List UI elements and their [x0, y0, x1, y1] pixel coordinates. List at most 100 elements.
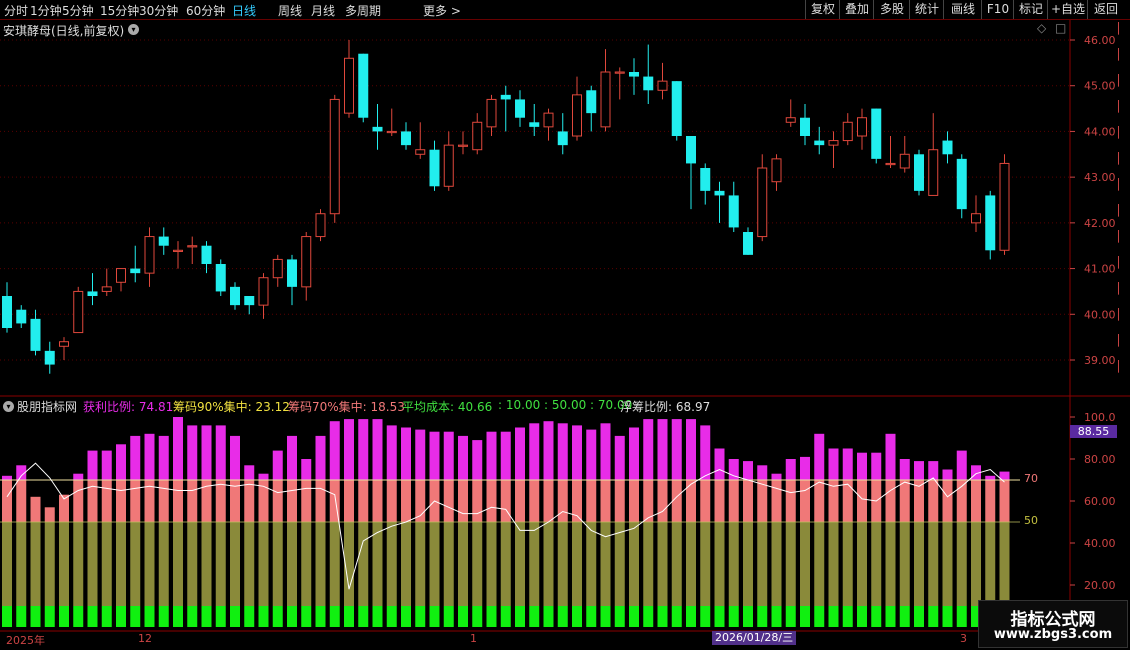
diamond-icon[interactable]: ◇ [1037, 21, 1046, 35]
indicator-bar-green [415, 606, 426, 627]
candle-body-up [329, 98, 340, 215]
period-tab-9[interactable]: 多周期 [345, 2, 381, 19]
indicator-bar-magenta [215, 425, 226, 480]
candle-body-down [2, 296, 12, 328]
indicator-bar-green [187, 606, 198, 627]
date-mar: 3 [960, 632, 967, 645]
indicator-bar-salmon [643, 480, 654, 522]
indicator-bar-green [757, 606, 768, 627]
indicator-bar-magenta [700, 425, 711, 480]
period-tab-0[interactable]: 分时 [4, 2, 28, 19]
period-tab-1[interactable]: 1分钟 [30, 2, 62, 19]
cursor-date: 2026/01/28/三 [712, 631, 797, 645]
period-tab-8[interactable]: 月线 [311, 2, 335, 19]
toolbar-button-3[interactable]: 统计 [909, 0, 944, 19]
indicator-bar-salmon [500, 480, 511, 522]
indicator-bar-magenta [429, 431, 440, 480]
indicator-bar-magenta [73, 473, 84, 480]
candle-body-down [956, 158, 967, 210]
period-tab-3[interactable]: 15分钟 [100, 2, 139, 19]
toolbar-button-2[interactable]: 多股 [873, 0, 910, 19]
avg-cost-label: 平均成本: 40.66 [402, 400, 493, 414]
indicator-bar-salmon [771, 480, 782, 522]
toolbar-button-4[interactable]: 画线 [943, 0, 982, 19]
indicator-bar-olive [999, 522, 1010, 606]
candle-body-down [643, 76, 654, 91]
toolbar-button-7[interactable]: +自选 [1047, 0, 1088, 19]
candle-body-up [272, 258, 283, 279]
indicator-bar-green [486, 606, 497, 627]
indicator-bar-olive [629, 522, 639, 606]
price-tick-label: 42.00 [1084, 217, 1116, 230]
candle-body-down [586, 90, 597, 114]
indicator-bar-green [272, 606, 283, 627]
candle-body-up [415, 149, 426, 155]
indicator-bar-green [173, 606, 183, 627]
indicator-bar-magenta [557, 423, 568, 480]
indicator-bar-magenta [301, 459, 312, 480]
indicator-bar-magenta [671, 419, 682, 480]
candle-body-up [116, 268, 126, 283]
toolbar-button-8[interactable]: 返回 [1087, 0, 1124, 19]
indicator-bar-magenta [230, 435, 240, 480]
side-panel-edge: ▏ [1118, 178, 1127, 191]
candle-body-up [771, 158, 782, 183]
indicator-bar-olive [73, 522, 84, 606]
side-panel-edge: ▏ [1118, 334, 1127, 347]
indicator-bar-olive [700, 522, 711, 606]
indicator-bar-green [700, 606, 711, 627]
indicator-bar-olive [16, 522, 27, 606]
toolbar-button-6[interactable]: 标记 [1013, 0, 1048, 19]
indicator-bar-magenta [785, 459, 796, 480]
indicator-bar-salmon [272, 480, 283, 522]
period-tab-2[interactable]: 5分钟 [62, 2, 94, 19]
candle-body-up [885, 162, 896, 166]
indicator-bar-green [857, 606, 867, 627]
indicator-bar-magenta [472, 440, 483, 480]
candle-body-up [600, 71, 611, 128]
indicator-bar-magenta [500, 431, 511, 480]
chart-canvas[interactable]: 46.00 45.00 44.00 43.00 42.00 41.00 40.00 39.00… [0, 0, 1130, 650]
indicator-bar-green [429, 606, 440, 627]
candle-body-down [44, 350, 55, 365]
indicator-bar-green [543, 606, 554, 627]
chevron-down-icon[interactable]: ▾ [128, 24, 139, 35]
ref50-label: 50 [1024, 514, 1038, 527]
candle-body-down [871, 108, 882, 159]
candle-body-down [500, 94, 511, 100]
indicator-tick-label: 40.00 [1084, 537, 1116, 550]
period-tab-10[interactable]: 更多 > [423, 2, 461, 19]
indicator-bar-olive [728, 522, 739, 606]
chevron-down-icon[interactable]: ▾ [3, 401, 14, 412]
period-tab-5[interactable]: 60分钟 [186, 2, 225, 19]
indicator-bar-olive [885, 522, 896, 606]
indicator-bar-magenta [985, 475, 996, 480]
indicator-bar-green [572, 606, 582, 627]
indicator-bar-salmon [16, 480, 27, 522]
candle-body-down [557, 131, 568, 146]
indicator-bar-green [73, 606, 84, 627]
square-icon[interactable]: □ [1055, 21, 1066, 35]
indicator-bar-magenta [486, 431, 497, 480]
indicator-bar-green [800, 606, 810, 627]
indicator-bar-magenta [386, 425, 397, 480]
candle-body-down [728, 195, 739, 228]
indicator-bar-salmon [885, 480, 896, 522]
price-tick-label: 40.00 [1084, 308, 1116, 321]
indicator-bar-green [828, 606, 839, 627]
candle-body-down [629, 72, 639, 77]
indicator-bar-olive [486, 522, 497, 606]
candle-body-down [700, 168, 711, 191]
period-tab-4[interactable]: 30分钟 [139, 2, 178, 19]
indicator-bar-salmon [529, 480, 540, 522]
period-tab-6[interactable]: 日线 [232, 2, 256, 19]
indicator-bar-magenta [743, 461, 753, 480]
toolbar-button-0[interactable]: 复权 [805, 0, 840, 19]
indicator-bar-magenta [914, 461, 924, 480]
toolbar-button-1[interactable]: 叠加 [839, 0, 874, 19]
period-tab-7[interactable]: 周线 [278, 2, 302, 19]
indicator-bar-olive [899, 522, 910, 606]
indicator-bar-salmon [728, 480, 739, 522]
candle-body-up [315, 213, 326, 238]
toolbar-button-5[interactable]: F10 [981, 0, 1014, 19]
